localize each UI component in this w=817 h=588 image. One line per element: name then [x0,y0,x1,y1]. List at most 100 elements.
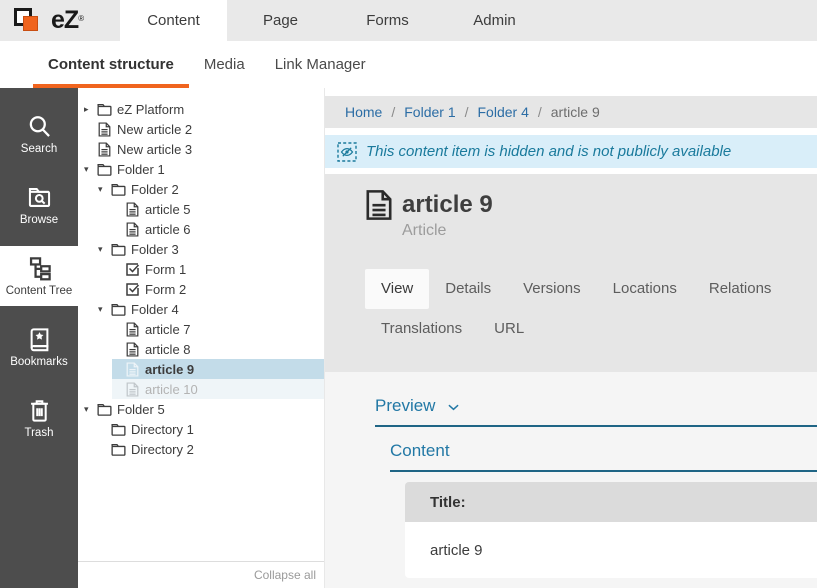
chevron-down-icon [448,398,459,405]
folder-icon [97,102,112,117]
trash-icon [26,397,53,424]
tree-item-label: Directory 1 [131,422,194,437]
field-label: Title: [405,482,817,522]
tree-item-label: Folder 2 [131,182,179,197]
content-tab-versions[interactable]: Versions [507,269,597,309]
tree-item-label: New article 3 [117,142,192,157]
content-type-label: Article [402,222,817,240]
tree-item-article-5[interactable]: article 5 [112,199,324,219]
ez-logo[interactable]: eZ ® [0,0,120,41]
breadcrumb-home[interactable]: Home [345,104,382,120]
expander-expanded-icon[interactable]: ▾ [98,244,111,255]
breadcrumb-separator: / [538,104,542,120]
tab-admin[interactable]: Admin [441,0,548,41]
expander-expanded-icon[interactable]: ▾ [84,164,97,175]
tree-item-form-1[interactable]: Form 1 [112,259,324,279]
folder-icon [97,162,112,177]
sidebar-item-label: Bookmarks [10,356,68,368]
article-icon [125,362,140,377]
tree-item-article-9[interactable]: article 9 [112,359,324,379]
content-tab-translations[interactable]: Translations [365,309,478,349]
content-tab-locations[interactable]: Locations [597,269,693,309]
article-icon [97,122,112,137]
expander-expanded-icon[interactable]: ▾ [98,304,111,315]
sidebar-item-content-tree[interactable]: Content Tree [0,246,78,306]
view-tab-body: Preview Content Title:article 9 [325,372,817,588]
content-header: article 9 Article ViewDetailsVersionsLoc… [325,174,817,372]
content-tab-relations[interactable]: Relations [693,269,788,309]
breadcrumb-separator: / [465,104,469,120]
logo-registered-mark: ® [78,14,84,23]
tree-item-directory-2[interactable]: Directory 2 [98,439,324,459]
content-tab-url[interactable]: URL [478,309,540,349]
content-area: Home/Folder 1/Folder 4/article 9 This co… [325,88,817,588]
tree-item-label: Folder 3 [131,242,179,257]
bookmarks-icon [26,326,53,353]
subnav-item-content-structure[interactable]: Content structure [33,41,189,88]
tree-item-label: Folder 1 [117,162,165,177]
content-tree: ▸eZ PlatformNew article 2New article 3▾F… [78,88,324,561]
content-tree-icon [26,255,53,282]
tree-item-article-10[interactable]: article 10 [112,379,324,399]
folder-icon [111,442,126,457]
tree-item-article-6[interactable]: article 6 [112,219,324,239]
expander-expanded-icon[interactable]: ▾ [84,404,97,415]
folder-icon [111,302,126,317]
tree-item-form-2[interactable]: Form 2 [112,279,324,299]
field-table: Title:article 9 [405,482,817,578]
main-layout: Search Browse Content Tree Bookmarks Trash ▸… [0,88,817,588]
tree-footer: Collapse all [78,561,324,588]
tree-item-label: Form 1 [145,262,186,277]
sidebar-item-trash[interactable]: Trash [0,388,78,448]
tree-item-label: article 5 [145,202,191,217]
preview-label: Preview [375,396,435,415]
sidebar-item-search[interactable]: Search [0,104,78,164]
tree-item-folder-2[interactable]: ▾ Folder 2 [98,179,324,199]
subnav-item-media[interactable]: Media [189,41,260,88]
sidebar-item-browse[interactable]: Browse [0,175,78,235]
tree-item-folder-5[interactable]: ▾Folder 5 [84,399,324,419]
tree-item-article-8[interactable]: article 8 [112,339,324,359]
subnav-item-link-manager[interactable]: Link Manager [260,41,381,88]
tree-item-new-article-3[interactable]: New article 3 [84,139,324,159]
tree-item-label: article 7 [145,322,191,337]
sidebar-item-bookmarks[interactable]: Bookmarks [0,317,78,377]
page-title: article 9 [402,191,493,219]
tree-item-label: Form 2 [145,282,186,297]
form-icon [125,262,140,277]
tab-page[interactable]: Page [227,0,334,41]
tree-item-label: article 9 [145,362,194,377]
content-tab-details[interactable]: Details [429,269,507,309]
tree-item-folder-1[interactable]: ▾ Folder 1 [84,159,324,179]
content-tree-panel: ▸eZ PlatformNew article 2New article 3▾F… [78,88,325,588]
top-bar: eZ ® ContentPageFormsAdmin [0,0,817,41]
ez-logo-icon [14,6,46,36]
content-tab-view[interactable]: View [365,269,429,309]
breadcrumb-folder-4[interactable]: Folder 4 [478,104,529,120]
article-icon [365,189,393,221]
tree-item-folder-3[interactable]: ▾ Folder 3 [98,239,324,259]
sidebar-item-label: Search [21,143,57,155]
hidden-content-notice: This content item is hidden and is not p… [325,135,817,168]
content-tabs: ViewDetailsVersionsLocationsRelations Tra… [365,269,817,349]
tab-forms[interactable]: Forms [334,0,441,41]
sidebar-item-label: Browse [20,214,58,226]
expander-collapsed-icon[interactable]: ▸ [84,104,97,115]
article-icon [125,202,140,217]
article-icon [125,322,140,337]
preview-header[interactable]: Preview [375,396,817,427]
tree-item-article-7[interactable]: article 7 [112,319,324,339]
breadcrumb-folder-1[interactable]: Folder 1 [404,104,455,120]
tree-item-folder-4[interactable]: ▾Folder 4 [98,299,324,319]
folder-icon [111,242,126,257]
expander-expanded-icon[interactable]: ▾ [98,184,111,195]
content-section-header: Content [390,441,817,472]
article-icon [125,382,140,397]
tree-item-label: Directory 2 [131,442,194,457]
folder-icon [111,422,126,437]
tree-item-new-article-2[interactable]: New article 2 [84,119,324,139]
tree-item-directory-1[interactable]: Directory 1 [98,419,324,439]
tree-item-ez-platform[interactable]: ▸eZ Platform [84,99,324,119]
collapse-all-button[interactable]: Collapse all [254,568,316,582]
tab-content[interactable]: Content [120,0,227,41]
